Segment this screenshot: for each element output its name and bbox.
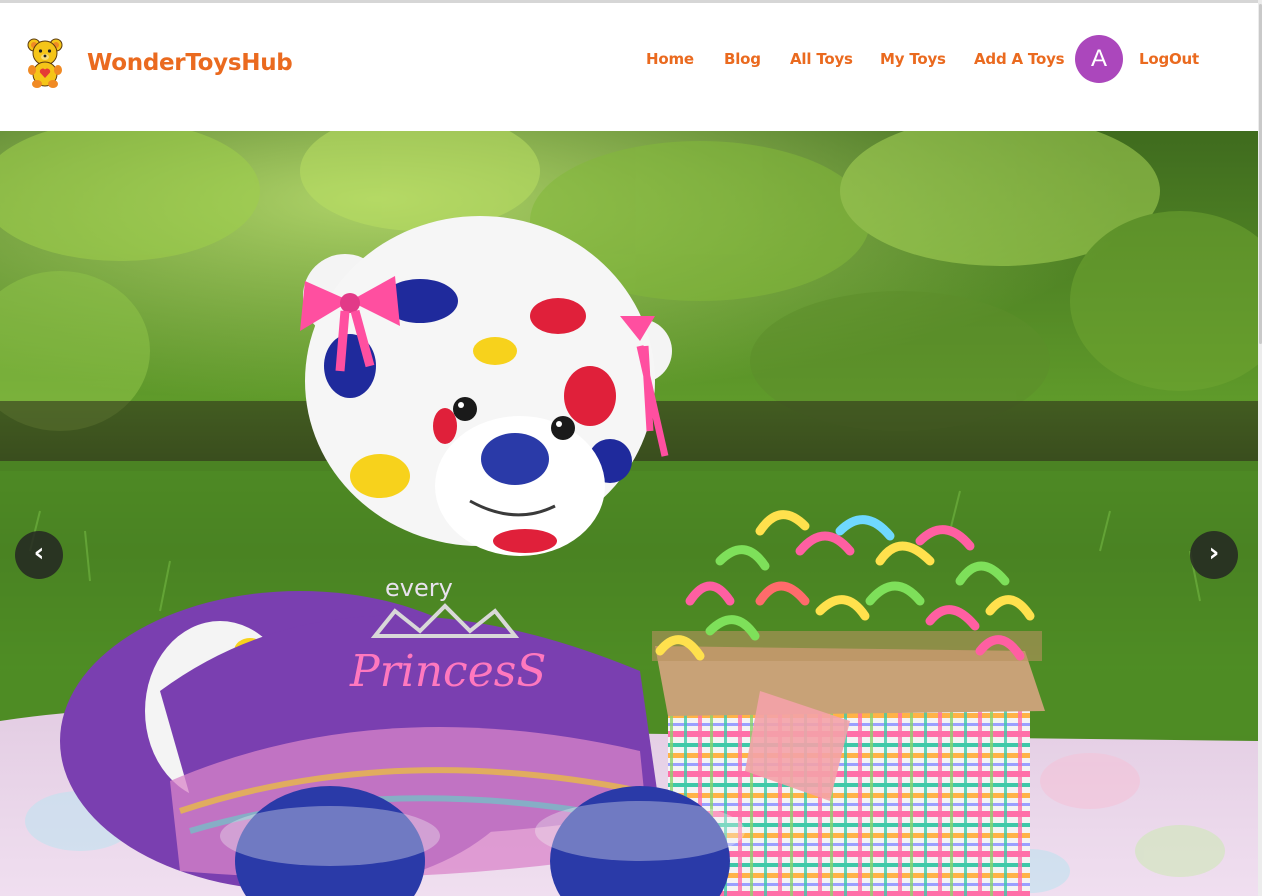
logout-button[interactable]: LogOut (1139, 50, 1199, 68)
brand-name: WonderToysHub (87, 50, 293, 76)
brand[interactable]: WonderToysHub (26, 36, 293, 90)
user-avatar[interactable]: A (1075, 35, 1123, 83)
nav-blog[interactable]: Blog (724, 50, 761, 68)
hero-carousel: every PrincesS ‹ › (0, 131, 1258, 896)
nav-all-toys[interactable]: All Toys (790, 50, 853, 68)
nav-add-a-toys[interactable]: Add A Toys (974, 50, 1065, 68)
nav-home[interactable]: Home (646, 50, 694, 68)
teddy-bear-with-gift-box-photo: every PrincesS (0, 131, 1258, 896)
nav-my-toys[interactable]: My Toys (880, 50, 946, 68)
teddy-bear-logo-icon (26, 37, 64, 89)
svg-text:PrincesS: PrincesS (349, 646, 546, 697)
svg-text:every: every (385, 574, 453, 602)
carousel-next-button[interactable]: › (1190, 531, 1238, 579)
navbar: WonderToysHub Home Blog All Toys My Toys… (0, 3, 1262, 130)
carousel-prev-button[interactable]: ‹ (15, 531, 63, 579)
